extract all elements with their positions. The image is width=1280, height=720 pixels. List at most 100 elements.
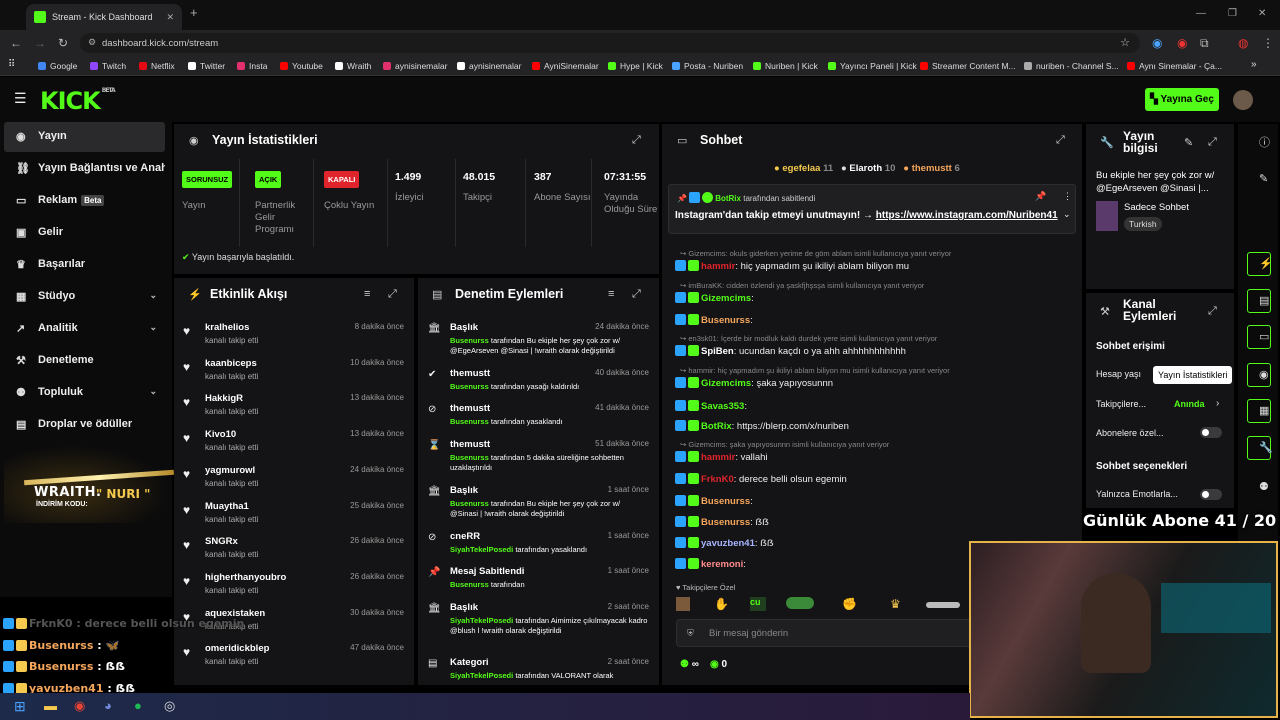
chat-message[interactable]: BotRix: https://blerp.com/x/nuriben xyxy=(675,420,849,432)
list-item[interactable]: ♥ SNGRx kanalı takip etti 26 dakika önce xyxy=(183,536,404,559)
maximize-icon[interactable]: ❐ xyxy=(1228,8,1237,19)
close-tab-icon[interactable]: ✕ xyxy=(166,12,174,23)
file-explorer-icon[interactable]: ▬ xyxy=(44,698,57,713)
sidebar-item-achievements[interactable]: ♛ Başarılar xyxy=(4,250,165,280)
extension-icon[interactable]: ◉ xyxy=(1152,36,1162,50)
emote[interactable] xyxy=(676,597,690,611)
list-item[interactable]: 🏛 Başlık Busenurss tarafından Bu ekiple he… xyxy=(428,485,649,519)
lightning-icon[interactable]: ⚡ xyxy=(1259,257,1273,270)
chat-message[interactable]: Busenurss: ẞẞ xyxy=(675,516,769,528)
expand-icon[interactable]: ⤢ xyxy=(632,288,641,301)
back-icon[interactable]: ← xyxy=(10,36,22,50)
hamburger-menu-icon[interactable]: ☰ xyxy=(14,90,27,107)
list-item[interactable]: ♥ higherthanyoubro kanalı takip etti 26 dak… xyxy=(183,572,404,595)
community-icon[interactable]: ⚉ xyxy=(1259,480,1269,493)
sidebar-item-moderation[interactable]: ⚒ Denetleme xyxy=(4,346,165,376)
sidebar-item-ads[interactable]: ▭ Reklam Beta xyxy=(4,186,165,216)
emote[interactable]: ✋ xyxy=(714,597,729,611)
bookmark[interactable]: Hype | Kick xyxy=(608,61,663,71)
bookmark[interactable]: AyniSinemalar xyxy=(532,61,599,71)
expand-icon[interactable]: ⤢ xyxy=(1056,134,1065,147)
bookmark[interactable]: Yayıncı Paneli | Kick xyxy=(828,61,917,71)
chevron-down-icon[interactable]: ⌄ xyxy=(1063,209,1071,220)
chrome-icon[interactable]: ◉ xyxy=(74,698,85,714)
list-item[interactable]: ✔ themustt Busenurss tarafından yasağı kal… xyxy=(428,368,649,392)
site-info-icon[interactable]: ⚙ xyxy=(88,37,96,48)
more-bookmarks-icon[interactable]: » xyxy=(1251,59,1257,70)
discord-icon[interactable]: ◕ xyxy=(104,698,112,713)
sidebar-item-revenue[interactable]: ▣ Gelir xyxy=(4,218,165,248)
chat-message[interactable]: keremoni: xyxy=(675,558,746,570)
reload-icon[interactable]: ↻ xyxy=(58,36,68,50)
emote[interactable]: ♛ xyxy=(890,597,901,611)
sidebar-item-stream-key[interactable]: ⛓Yayın Bağlantısı ve Anahtarı xyxy=(4,154,165,184)
browser-menu-icon[interactable]: ⋮ xyxy=(1262,36,1274,50)
list-item[interactable]: ♥ yagmurowl kanalı takip etti 24 dakika önc… xyxy=(183,465,404,488)
filter-icon[interactable]: ≡ xyxy=(608,288,614,300)
expand-icon[interactable]: ⤢ xyxy=(1208,305,1217,318)
emote[interactable] xyxy=(786,597,814,609)
edit-icon[interactable]: ✎ xyxy=(1259,172,1268,185)
list-item[interactable]: 🏛 Başlık SiyahTekelPosedi tarafından Aimim… xyxy=(428,602,649,636)
minimize-icon[interactable]: — xyxy=(1196,8,1206,19)
emote[interactable] xyxy=(926,602,960,608)
close-window-icon[interactable]: ✕ xyxy=(1258,8,1266,19)
bookmark[interactable]: Aynı Sinemalar - Ça... xyxy=(1127,61,1222,71)
chat-message[interactable]: yavuzben41: ẞẞ xyxy=(675,537,774,549)
spotify-icon[interactable]: ● xyxy=(134,698,142,713)
chat-message[interactable]: Busenurss: xyxy=(675,495,753,507)
followers-setting[interactable]: Takipçilere... xyxy=(1096,399,1146,409)
forward-icon[interactable]: → xyxy=(34,36,46,50)
list-item[interactable]: ♥ HakkigR kanalı takip etti 13 dakika önce xyxy=(183,393,404,416)
list-item[interactable]: ♥ kralhelios kanalı takip etti 8 dakika önc… xyxy=(183,322,404,345)
more-options-icon[interactable]: ⋮ xyxy=(1063,191,1072,202)
kick-logo[interactable]: KICK BETA xyxy=(40,87,116,115)
bookmark[interactable]: aynisinemalar xyxy=(457,61,521,71)
extensions-puzzle-icon[interactable]: ⧉ xyxy=(1200,36,1209,51)
chat-message[interactable]: Savas353: xyxy=(675,400,747,412)
windows-start-icon[interactable]: ⊞ xyxy=(14,698,26,715)
bookmark[interactable]: Netflix xyxy=(139,61,175,71)
list-item[interactable]: ▤ Kategori SiyahTekelPosedi tarafından VAL… xyxy=(428,657,649,681)
wrench-icon[interactable]: 🔧 xyxy=(1259,441,1273,454)
bookmark[interactable]: Streamer Content M... xyxy=(920,61,1016,71)
edit-icon[interactable]: ✎ xyxy=(1184,136,1193,149)
bookmark[interactable]: Nuriben | Kick xyxy=(753,61,818,71)
chevron-right-icon[interactable]: › xyxy=(1216,398,1219,409)
sidebar-item-analytics[interactable]: ↗ Analitik ⌄ xyxy=(4,314,165,344)
chat-message[interactable]: Busenurss: xyxy=(675,314,753,326)
list-icon[interactable]: ▤ xyxy=(1259,294,1269,307)
sidebar-item-stream[interactable]: ◉ Yayın xyxy=(4,122,165,152)
url-input[interactable]: ⚙ dashboard.kick.com/stream ☆ xyxy=(80,33,1140,53)
expand-icon[interactable]: ⤢ xyxy=(388,288,397,301)
subscribers-only-toggle[interactable] xyxy=(1200,427,1222,438)
list-item[interactable]: ⌛ themustt Busenurss tarafından 5 dakika s… xyxy=(428,439,649,473)
chat-message[interactable]: Gizemcims: xyxy=(675,292,754,304)
unpin-icon[interactable]: 📌 xyxy=(1035,191,1046,202)
go-live-button[interactable]: ▚ Yayına Geç xyxy=(1145,88,1219,111)
list-item[interactable]: ♥ kaanbiceps kanalı takip etti 10 dakika ön… xyxy=(183,358,404,381)
bookmark[interactable]: aynisinemalar xyxy=(383,61,447,71)
apps-grid-icon[interactable]: ⠿ xyxy=(8,59,15,70)
list-item[interactable]: ♥ Muaytha1 kanalı takip etti 25 dakika önce xyxy=(183,501,404,524)
chat-icon[interactable]: ▭ xyxy=(1259,330,1269,343)
pinned-link[interactable]: https://www.instagram.com/Nuriben41 xyxy=(876,210,1058,221)
filter-icon[interactable]: ≡ xyxy=(364,288,370,300)
chat-message[interactable]: hammir: vallahi xyxy=(675,451,768,463)
expand-icon[interactable]: ⤢ xyxy=(632,134,641,147)
bookmark[interactable]: nuriben - Channel S... xyxy=(1024,61,1119,71)
list-item[interactable]: ⊘ cneRR SiyahTekelPosedi tarafından yasakl… xyxy=(428,531,649,555)
avatar[interactable] xyxy=(1233,90,1253,110)
bookmark[interactable]: Youtube xyxy=(280,61,323,71)
chat-message[interactable]: Gizemcims: şaka yapıyosunnn xyxy=(675,377,833,389)
bookmark[interactable]: Insta xyxy=(237,61,267,71)
obs-icon[interactable]: ◎ xyxy=(164,698,175,714)
list-item[interactable]: ♥ Kivo10 kanalı takip etti 13 dakika önce xyxy=(183,429,404,452)
bookmark[interactable]: Twitch xyxy=(90,61,126,71)
list-item[interactable]: 📌 Mesaj Sabitlendi Busenurss tarafından 1 s… xyxy=(428,566,649,590)
bookmark[interactable]: Wraith xyxy=(335,61,371,71)
extension-icon[interactable]: ◉ xyxy=(1177,36,1187,50)
list-item[interactable]: ♥ omeridickblep kanalı takip etti 47 dakika… xyxy=(183,643,404,666)
sidebar-item-community[interactable]: ⚉ Topluluk ⌄ xyxy=(4,378,165,408)
profile-icon[interactable]: ◍ xyxy=(1238,36,1248,50)
